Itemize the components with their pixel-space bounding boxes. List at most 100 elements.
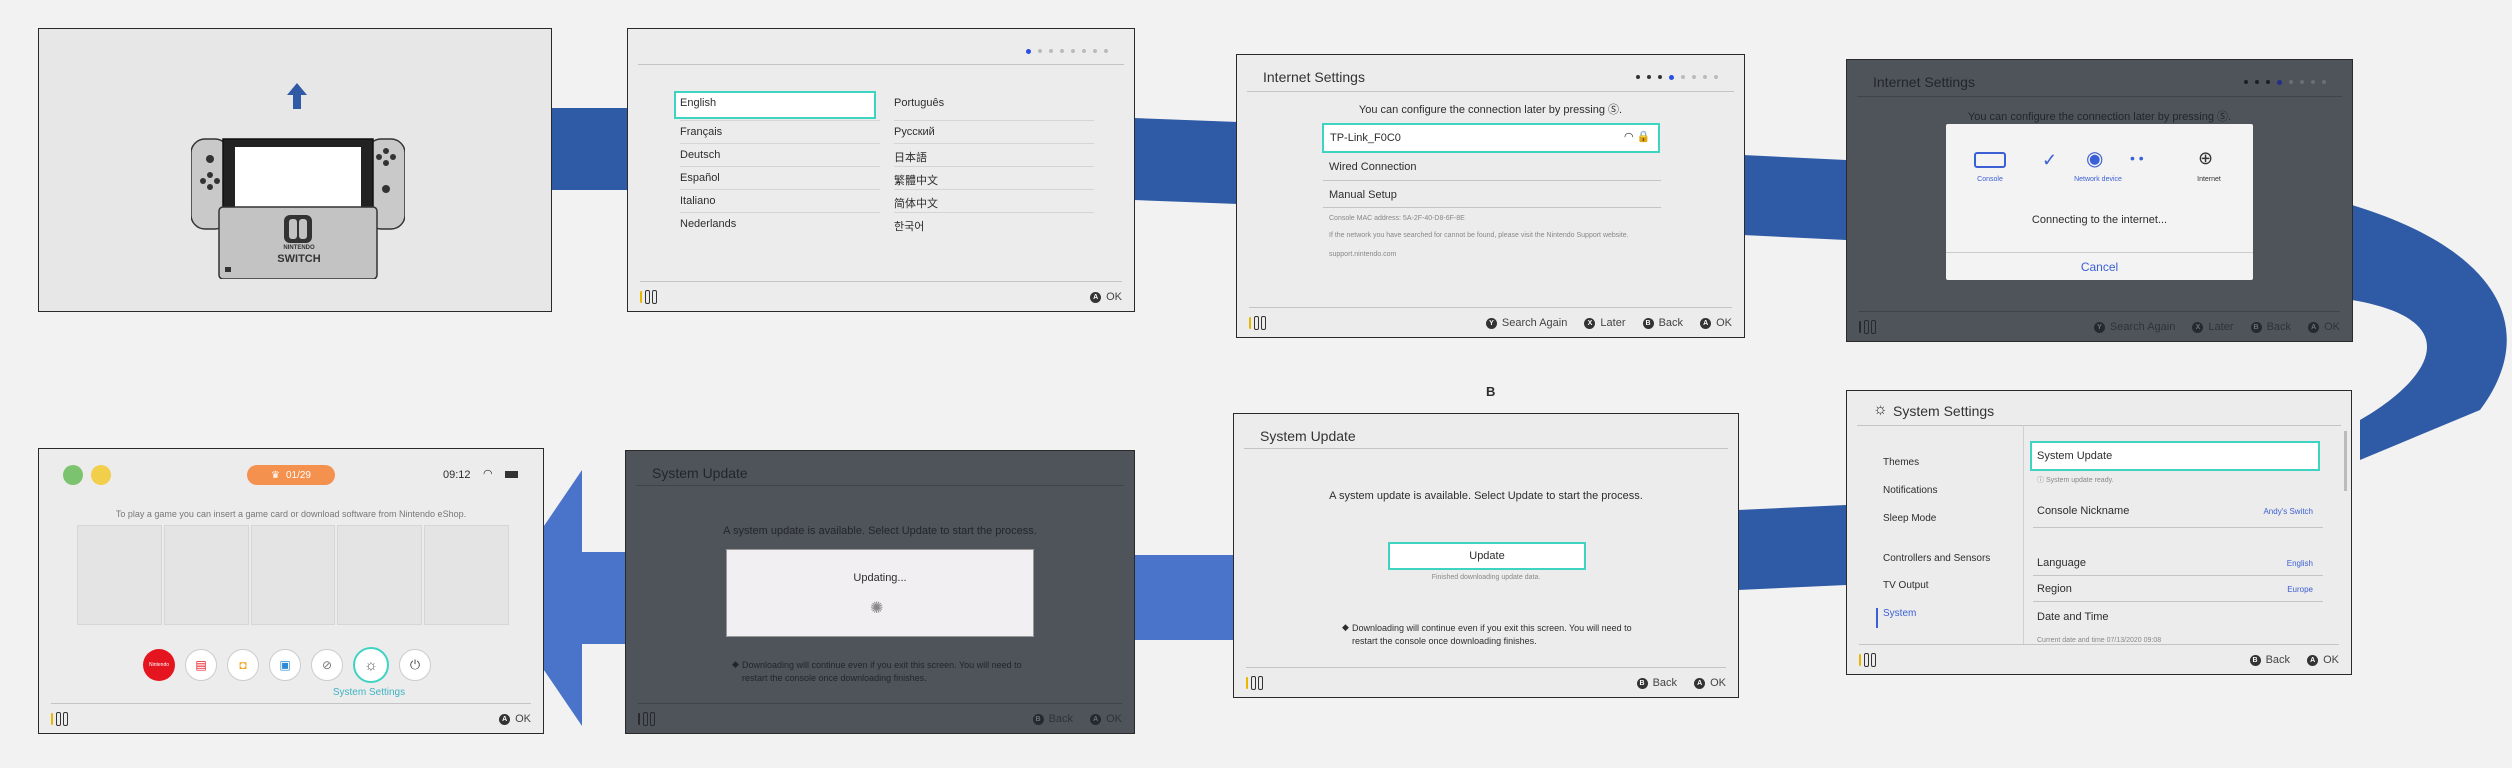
game-slot[interactable] xyxy=(337,525,423,625)
footer: Y Search Again X Later B Back A OK xyxy=(1859,311,2340,341)
game-slot[interactable] xyxy=(250,525,336,625)
nav-item-themes[interactable]: Themes xyxy=(1883,457,2033,485)
home-buttons: Nintendo ▤ ◘ ▣ ⊘ ☼ ⏻ xyxy=(143,647,431,683)
update-button-label: Update xyxy=(1469,550,1505,562)
nav-item-notifications[interactable]: Notifications xyxy=(1883,485,2033,513)
later-hint[interactable]: X Later xyxy=(2192,321,2234,333)
hint-text: To play a game you can insert a game car… xyxy=(115,509,467,519)
flow-arrow-2-3 xyxy=(1133,118,1238,204)
spinner-icon: ✺ xyxy=(870,600,884,617)
joycon-icon xyxy=(1859,652,1876,667)
eshop-button[interactable]: ◘ xyxy=(227,649,259,681)
region-value[interactable]: Europe xyxy=(2287,585,2313,594)
mac-address: Console MAC address: 5A-2F-40-D8-6F-8E xyxy=(1329,215,1465,222)
update-sub: Finished downloading update data. xyxy=(1431,574,1541,581)
ok-hint[interactable]: A OK xyxy=(1700,317,1732,329)
support-note: If the network you have searched for can… xyxy=(1329,232,1629,239)
ok-hint[interactable]: A OK xyxy=(1090,291,1122,303)
wired-connection[interactable]: Wired Connection xyxy=(1329,161,1416,173)
nintendo-online-button[interactable]: Nintendo xyxy=(143,649,175,681)
footer: Y Search Again X Later B Back A OK xyxy=(1249,307,1732,337)
updating-status: Updating... xyxy=(853,572,907,584)
back-hint[interactable]: B Back xyxy=(1642,317,1683,329)
avatar[interactable] xyxy=(63,465,83,485)
back-hint[interactable]: B Back xyxy=(2250,321,2291,333)
console-logo-bottom: SWITCH xyxy=(277,253,321,265)
footer: A OK xyxy=(640,281,1122,311)
ok-hint[interactable]: A OK xyxy=(499,713,531,725)
joycon-icon xyxy=(1859,319,1876,334)
nav-item-controllers[interactable]: Controllers and Sensors xyxy=(1883,553,2033,580)
checkmark-icon: ✓ xyxy=(2042,150,2058,170)
album-button[interactable]: ▣ xyxy=(269,649,301,681)
datetime-label: Date and Time xyxy=(2037,611,2109,623)
language-label: Language xyxy=(2037,557,2086,569)
search-again-hint[interactable]: Y Search Again xyxy=(1485,317,1567,329)
console-label: Console xyxy=(1977,176,2003,183)
nickname-value[interactable]: Andy's Switch xyxy=(2263,507,2313,516)
nav-item-system[interactable]: System xyxy=(1876,608,2033,628)
status-badge[interactable]: ♛ 01/29 xyxy=(247,465,335,485)
panel-console: NINTENDO SWITCH xyxy=(38,28,552,312)
clock: 09:12 xyxy=(443,469,471,481)
footer: A OK xyxy=(51,703,531,733)
footer: B Back A OK xyxy=(1859,644,2339,674)
progress-dots-icon: • • xyxy=(2130,150,2144,166)
arrow-up-icon xyxy=(287,83,307,109)
game-slot[interactable] xyxy=(163,525,249,625)
cancel-button[interactable]: Cancel xyxy=(1946,260,2253,274)
updating-dialog: Updating... ✺ xyxy=(726,549,1034,637)
flow-arrow-6-7 xyxy=(1135,555,1233,640)
back-hint[interactable]: B Back xyxy=(2249,654,2290,666)
flow-arrow-4-5 xyxy=(2352,205,2507,460)
back-hint[interactable]: B Back xyxy=(1032,713,1073,725)
scrollbar[interactable] xyxy=(2344,431,2347,491)
language-list-right: Português Русский 日本語 繁體中文 简体中文 한국어 xyxy=(894,97,1094,240)
nickname-label: Console Nickname xyxy=(2037,505,2130,517)
power-button[interactable]: ⏻ xyxy=(399,649,431,681)
nav-item-tv-output[interactable]: TV Output xyxy=(1883,580,2033,608)
nav-item-sleep-mode[interactable]: Sleep Mode xyxy=(1883,513,2033,553)
ok-hint[interactable]: A OK xyxy=(2307,654,2339,666)
console-logo-top: NINTENDO xyxy=(283,245,315,251)
language-list-left: English Français Deutsch Español Italian… xyxy=(680,97,880,240)
avatar[interactable] xyxy=(91,465,111,485)
game-slot[interactable] xyxy=(424,525,509,625)
news-button[interactable]: ▤ xyxy=(185,649,217,681)
update-message: A system update is available. Select Upd… xyxy=(1329,490,1643,502)
globe-icon: ⊕ xyxy=(2198,148,2214,168)
note-line-2: restart the console once downloading fin… xyxy=(1352,636,1537,646)
wifi-icon: ◉ xyxy=(2086,148,2104,170)
panel-updating: System Update A system update is availab… xyxy=(625,450,1135,734)
connecting-dialog: Console ✓ ◉ Network device • • ⊕ Interne… xyxy=(1946,124,2253,280)
system-settings-button[interactable]: ☼ xyxy=(353,647,389,683)
later-hint[interactable]: X Later xyxy=(1584,317,1626,329)
wifi-icon: ◠ xyxy=(483,468,493,480)
ok-hint[interactable]: A OK xyxy=(1694,677,1726,689)
console-icon xyxy=(1974,152,2006,168)
search-again-hint[interactable]: Y Search Again xyxy=(2093,321,2175,333)
battery-icon xyxy=(505,471,518,478)
language-value[interactable]: English xyxy=(2287,559,2313,568)
manual-setup[interactable]: Manual Setup xyxy=(1329,189,1397,201)
selected-label: System Settings xyxy=(332,687,406,698)
note-bullet: ◆ xyxy=(1342,622,1349,632)
flow-arrow-5-6 xyxy=(1738,505,1846,590)
panel-system-settings: ☼ System Settings Themes Notifications S… xyxy=(1846,390,2352,675)
back-hint[interactable]: B Back xyxy=(1636,677,1677,689)
system-update-sub: ⓘ System update ready. xyxy=(2037,477,2114,484)
panel-connecting: Internet Settings You can configure the … xyxy=(1846,59,2353,342)
progress-dots xyxy=(1636,75,1718,80)
ok-hint[interactable]: A OK xyxy=(2308,321,2340,333)
language-option[interactable]: 한국어 xyxy=(894,212,1094,240)
game-slot[interactable] xyxy=(77,525,162,625)
instruction-text: You can configure the connection later b… xyxy=(1967,111,2232,123)
ok-hint[interactable]: A OK xyxy=(1090,713,1122,725)
footer: B Back A OK xyxy=(638,703,1122,733)
controllers-button[interactable]: ⊘ xyxy=(311,649,343,681)
page-title: System Update xyxy=(1260,428,1356,444)
language-option[interactable]: Nederlands xyxy=(680,212,880,240)
internet-label: Internet xyxy=(2197,176,2221,183)
progress-dots xyxy=(1026,49,1108,54)
note-line-2: restart the console once downloading fin… xyxy=(742,673,927,683)
